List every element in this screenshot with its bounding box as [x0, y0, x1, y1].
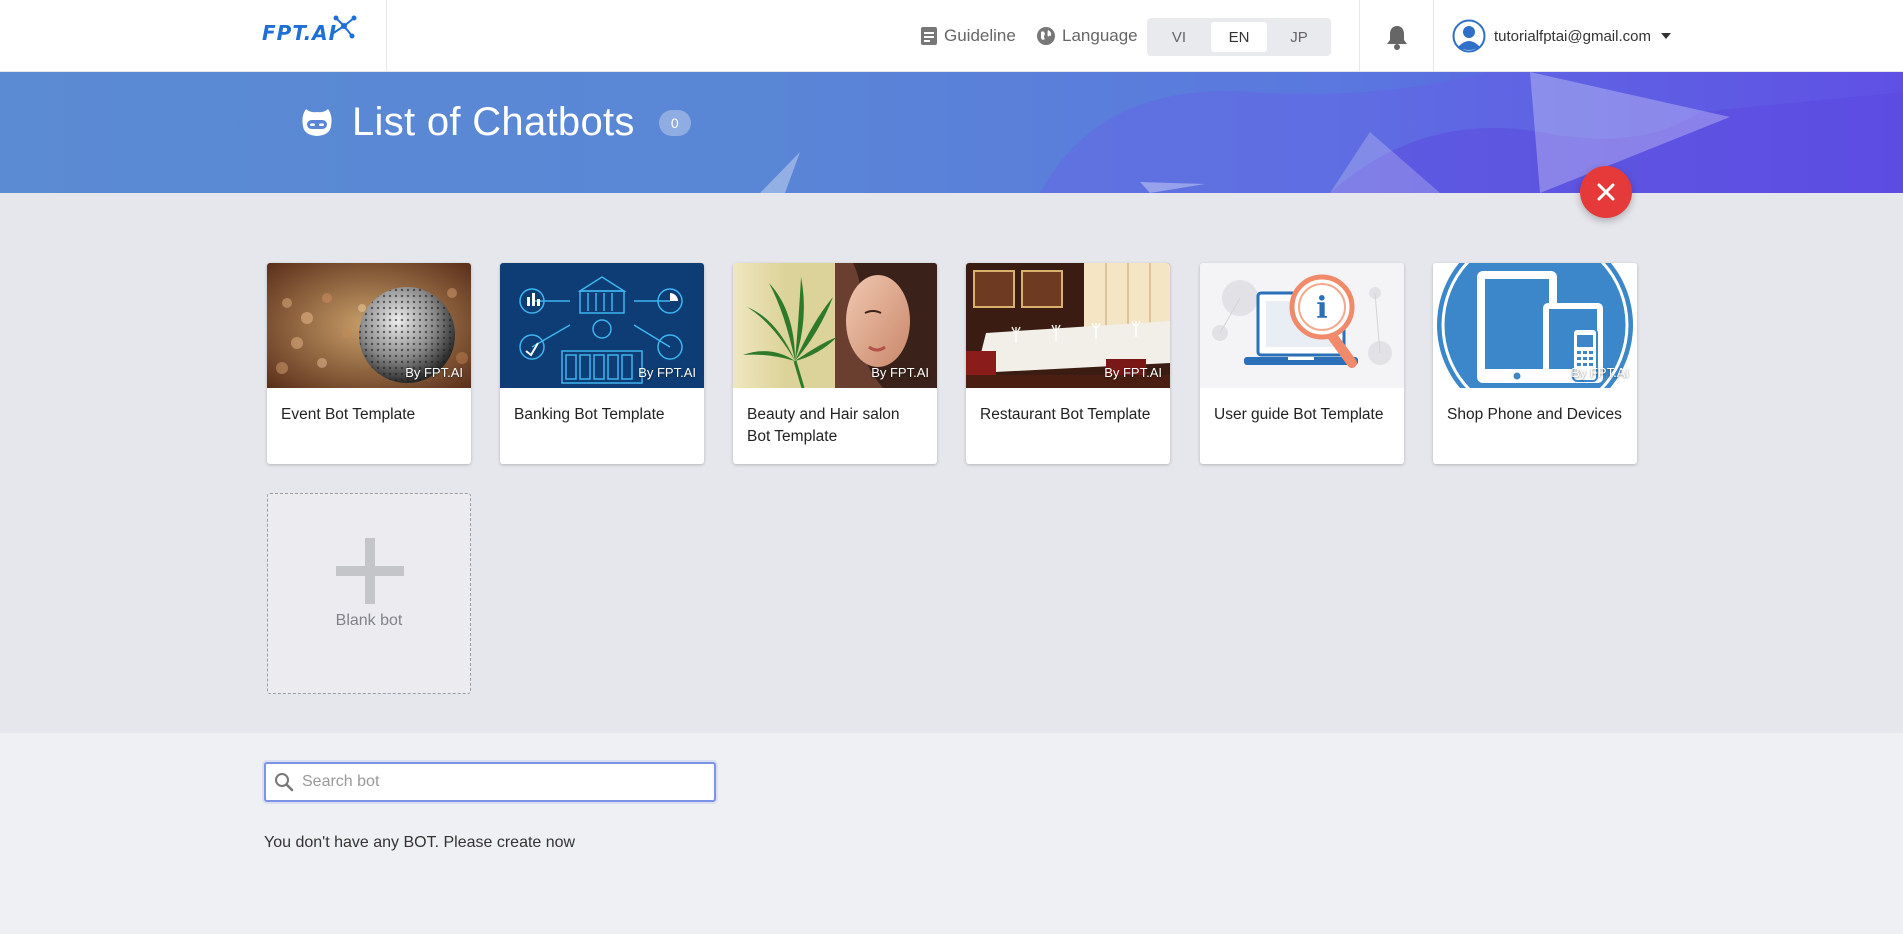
guideline-label: Guideline	[944, 26, 1016, 45]
svg-text:i: i	[1316, 291, 1327, 326]
user-menu[interactable]: tutorialfptai@gmail.com	[1452, 18, 1671, 54]
close-icon	[1597, 183, 1615, 201]
bot-count-badge: 0	[658, 109, 691, 136]
template-card-shop-phone[interactable]: By FPT.AI Shop Phone and Devices	[1433, 263, 1637, 464]
template-title: Restaurant Bot Template	[980, 406, 1151, 423]
globe-icon	[1037, 27, 1055, 45]
close-button[interactable]	[1580, 166, 1632, 218]
byline: By FPT.AI	[871, 365, 929, 380]
template-title: Event Bot Template	[281, 406, 416, 423]
restaurant-thumbnail: By FPT.AI	[966, 263, 1170, 388]
byline: By FPT.AI	[1104, 365, 1162, 380]
top-navbar: FPT.AI Guideline Language VI EN JP tutor…	[0, 0, 1903, 72]
language-switcher: VI EN JP	[1147, 18, 1331, 56]
chevron-down-icon	[1660, 33, 1671, 39]
template-card-event[interactable]: By FPT.AI Event Bot Template	[267, 263, 471, 464]
beauty-thumbnail: By FPT.AI	[733, 263, 937, 388]
user-email: tutorialfptai@gmail.com	[1494, 27, 1651, 45]
lang-jp-button[interactable]: JP	[1271, 22, 1327, 52]
template-card-banking[interactable]: By FPT.AI Banking Bot Template	[500, 263, 704, 464]
document-icon	[921, 27, 937, 45]
plus-icon	[365, 538, 375, 604]
language-link[interactable]: Language	[1036, 22, 1138, 50]
blank-bot-label: Blank bot	[335, 612, 403, 629]
banking-thumbnail: By FPT.AI	[500, 263, 704, 388]
empty-state-message: You don't have any BOT. Please create no…	[264, 834, 576, 851]
language-label: Language	[1062, 26, 1138, 45]
template-title: User guide Bot Template	[1214, 406, 1384, 423]
search-box	[264, 762, 716, 802]
byline: By FPT.AI	[405, 365, 463, 380]
logo-divider	[386, 0, 387, 72]
lang-vi-button[interactable]: VI	[1151, 22, 1207, 52]
template-title: Banking Bot Template	[514, 406, 665, 423]
nav-divider	[1433, 0, 1434, 72]
template-title: Beauty and Hair salon Bot Template	[747, 406, 900, 445]
search-icon	[275, 773, 294, 792]
guideline-link[interactable]: Guideline	[920, 22, 1016, 50]
template-card-beauty[interactable]: By FPT.AI Beauty and Hair salon Bot Temp…	[733, 263, 937, 464]
template-card-user-guide[interactable]: i User guide Bot Template	[1200, 263, 1404, 464]
page-title: List of Chatbots	[352, 100, 635, 144]
blank-bot-button[interactable]: Blank bot	[267, 493, 471, 694]
banner-title: List of Chatbots 0	[300, 100, 691, 145]
search-input[interactable]	[302, 773, 702, 791]
lang-en-button[interactable]: EN	[1211, 22, 1267, 52]
template-title: Shop Phone and Devices	[1447, 406, 1622, 423]
shop-phone-thumbnail: By FPT.AI	[1433, 263, 1637, 388]
template-card-restaurant[interactable]: By FPT.AI Restaurant Bot Template	[966, 263, 1170, 464]
avatar-icon	[1452, 19, 1486, 53]
event-thumbnail: By FPT.AI	[267, 263, 471, 388]
nav-divider	[1359, 0, 1360, 72]
byline: By FPT.AI	[638, 365, 696, 380]
bell-icon[interactable]	[1385, 24, 1409, 50]
chatbot-icon	[302, 108, 332, 136]
logo-network-icon	[331, 15, 357, 39]
user-guide-thumbnail: i	[1200, 263, 1404, 388]
fpt-ai-logo[interactable]: FPT.AI	[262, 12, 358, 54]
byline: By FPT.AI	[1571, 365, 1629, 380]
